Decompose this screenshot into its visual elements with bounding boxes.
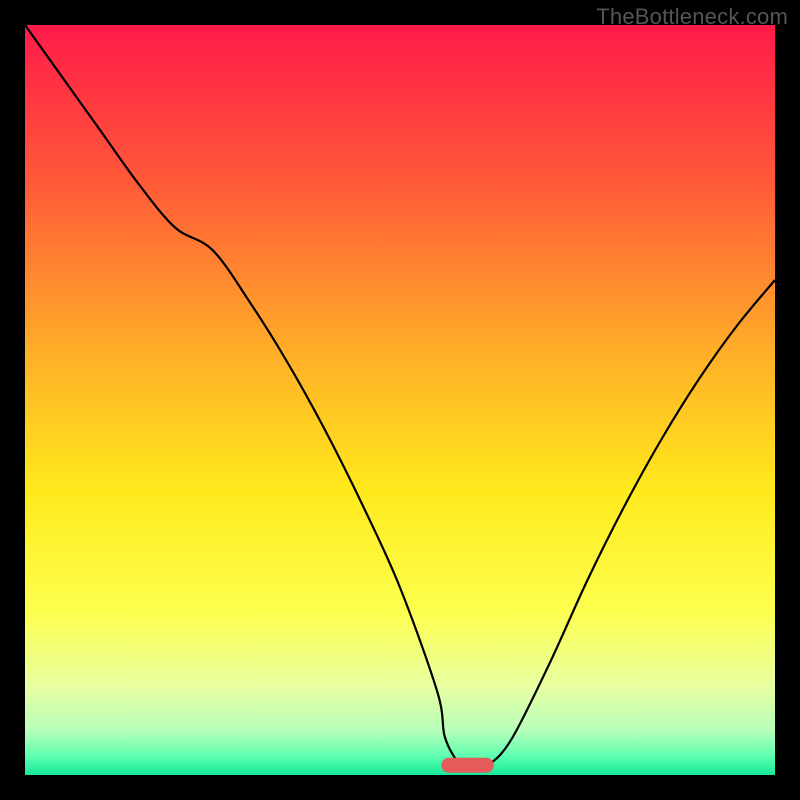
chart-frame: TheBottleneck.com [0, 0, 800, 800]
watermark-text: TheBottleneck.com [596, 4, 788, 30]
plot-area [25, 25, 775, 775]
bottleneck-chart [25, 25, 775, 775]
optimal-range-marker [441, 758, 494, 773]
gradient-background [25, 25, 775, 775]
